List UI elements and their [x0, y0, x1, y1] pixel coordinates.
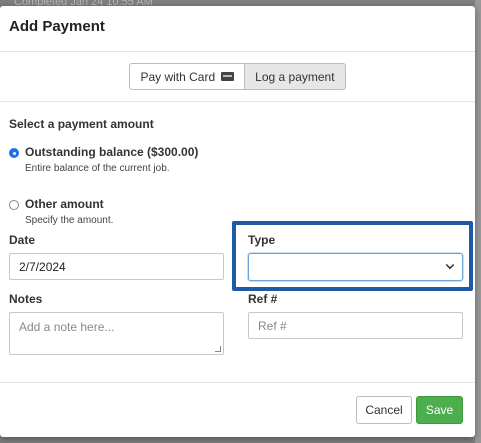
- chevron-down-icon: [445, 260, 455, 270]
- log-a-payment-button[interactable]: Log a payment: [245, 63, 346, 90]
- ref-field-group: Ref # Ref #: [248, 292, 463, 339]
- date-field-group: Date 2/7/2024: [9, 233, 224, 280]
- cancel-button[interactable]: Cancel: [356, 396, 412, 424]
- payment-mode-toggle: Pay with Card Log a payment: [0, 52, 475, 102]
- log-a-payment-label: Log a payment: [255, 69, 335, 84]
- modal-footer: Cancel Save: [0, 382, 475, 437]
- amount-option-outstanding[interactable]: Outstanding balance ($300.00) Entire bal…: [9, 145, 466, 174]
- type-label: Type: [248, 233, 276, 247]
- outstanding-balance-description: Entire balance of the current job.: [25, 163, 170, 174]
- backdrop-edge: [475, 0, 481, 443]
- date-input[interactable]: 2/7/2024: [9, 253, 224, 280]
- notes-placeholder: Add a note here...: [19, 320, 115, 334]
- ref-input[interactable]: Ref #: [248, 312, 463, 339]
- pay-with-card-label: Pay with Card: [140, 69, 216, 84]
- modal-title: Add Payment: [9, 18, 105, 35]
- notes-label: Notes: [9, 292, 43, 306]
- pay-with-card-button[interactable]: Pay with Card: [129, 63, 246, 90]
- type-field-group: Type: [248, 233, 463, 281]
- payment-amount-title: Select a payment amount: [9, 117, 154, 131]
- other-amount-radio[interactable]: [9, 200, 19, 210]
- other-amount-label: Other amount: [25, 197, 104, 211]
- add-payment-modal: Add Payment Pay with Card Log a payment …: [0, 6, 475, 437]
- resize-handle-icon[interactable]: [215, 346, 221, 352]
- outstanding-balance-label: Outstanding balance ($300.00): [25, 145, 199, 159]
- modal-header: Add Payment: [0, 6, 475, 52]
- amount-option-other[interactable]: Other amount Specify the amount.: [9, 197, 466, 226]
- credit-card-icon: [221, 72, 235, 81]
- ref-label: Ref #: [248, 292, 278, 306]
- date-label: Date: [9, 233, 36, 247]
- payment-mode-button-group: Pay with Card Log a payment: [129, 63, 346, 90]
- type-select[interactable]: [248, 253, 463, 281]
- outstanding-balance-radio[interactable]: [9, 148, 19, 158]
- notes-field-group: Notes Add a note here...: [9, 292, 224, 355]
- notes-textarea[interactable]: Add a note here...: [9, 312, 224, 355]
- other-amount-description: Specify the amount.: [25, 215, 114, 226]
- save-button[interactable]: Save: [416, 396, 463, 424]
- modal-body: Select a payment amount Outstanding bala…: [0, 117, 475, 226]
